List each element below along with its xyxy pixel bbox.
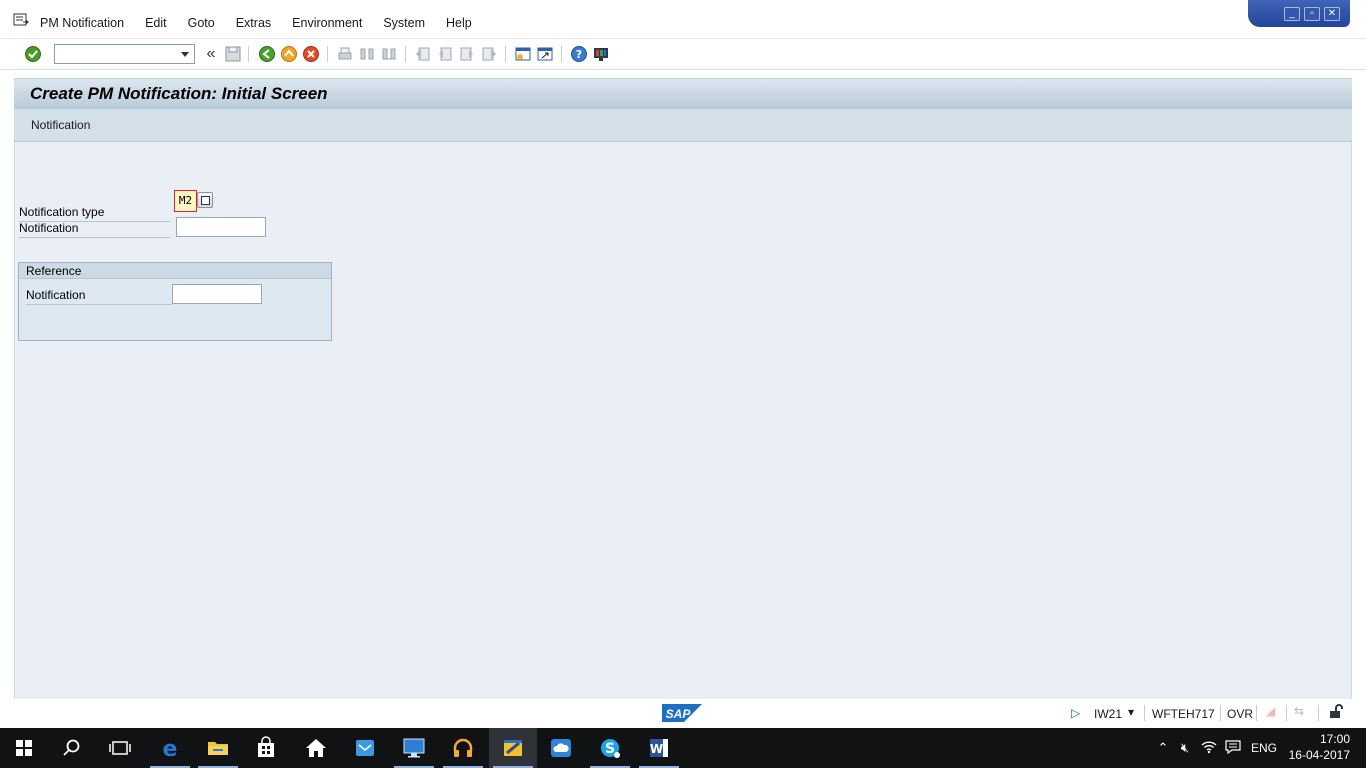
file-explorer-icon[interactable] xyxy=(194,728,242,768)
standard-toolbar: « ? xyxy=(0,38,1366,70)
home-icon[interactable] xyxy=(292,728,340,768)
search-icon[interactable] xyxy=(48,728,96,768)
onedrive-icon[interactable] xyxy=(537,728,585,768)
skype-icon[interactable]: S xyxy=(586,728,634,768)
headphones-icon[interactable] xyxy=(439,728,487,768)
svg-text:e: e xyxy=(163,737,178,760)
sap-logo: SAP xyxy=(662,704,702,722)
save-icon[interactable] xyxy=(224,45,242,63)
find-icon[interactable] xyxy=(358,45,376,63)
menu-system[interactable]: System xyxy=(383,16,425,30)
command-input[interactable] xyxy=(55,45,173,63)
word-icon[interactable]: W xyxy=(635,728,683,768)
menu-goto[interactable]: Goto xyxy=(188,16,215,30)
clock[interactable]: 17:00 16-04-2017 xyxy=(1289,731,1350,763)
window-controls: _ ▫ ✕ xyxy=(1248,0,1350,27)
back-icon[interactable] xyxy=(258,45,276,63)
status-connection-icon: ⇆ xyxy=(1294,704,1305,718)
command-field[interactable] xyxy=(54,44,195,64)
start-icon[interactable] xyxy=(0,728,48,768)
menu-help[interactable]: Help xyxy=(446,16,472,30)
status-toggle-icon[interactable]: ▷ xyxy=(1071,706,1080,720)
edge-icon[interactable]: e xyxy=(146,728,194,768)
menu-extras[interactable]: Extras xyxy=(236,16,271,30)
menu-environment[interactable]: Environment xyxy=(292,16,362,30)
application-toolbar: Notification xyxy=(14,109,1352,142)
notification-type-field[interactable]: M2 xyxy=(174,190,197,212)
next-page-icon[interactable] xyxy=(458,45,476,63)
clock-time: 17:00 xyxy=(1319,732,1350,746)
restore-icon[interactable]: ▫ xyxy=(1304,6,1320,21)
lock-icon[interactable] xyxy=(1328,704,1344,723)
back-chevrons-icon[interactable]: « xyxy=(202,45,220,63)
wifi-icon[interactable] xyxy=(1197,740,1221,757)
svg-text:W: W xyxy=(650,742,663,756)
desktop-app-icon[interactable] xyxy=(390,728,438,768)
reference-group: Reference Notification xyxy=(18,262,332,341)
status-server: WFTEH717 xyxy=(1152,707,1215,721)
status-transaction: IW21 xyxy=(1094,707,1123,721)
create-session-icon[interactable] xyxy=(514,45,532,63)
notification-button[interactable]: Notification xyxy=(31,118,90,132)
sap-logon-icon[interactable] xyxy=(489,728,537,768)
volume-muted-icon[interactable]: 🔇︎ xyxy=(1173,740,1197,756)
screen-title-bar: Create PM Notification: Initial Screen xyxy=(14,78,1352,109)
status-bar: SAP ▷ IW21 ▾ WFTEH717 OVR ◢ ⇆ xyxy=(0,699,1366,728)
exit-icon[interactable] xyxy=(280,45,298,63)
store-icon[interactable] xyxy=(242,728,290,768)
last-page-icon[interactable] xyxy=(480,45,498,63)
mail-icon[interactable] xyxy=(341,728,389,768)
find-next-icon[interactable] xyxy=(380,45,398,63)
close-icon[interactable]: ✕ xyxy=(1324,6,1340,21)
svg-text:S: S xyxy=(605,741,615,757)
customize-layout-icon[interactable] xyxy=(592,45,610,63)
svg-text:SAP: SAP xyxy=(666,707,692,721)
shortcut-icon[interactable] xyxy=(536,45,554,63)
page-title: Create PM Notification: Initial Screen xyxy=(30,84,328,103)
cancel-icon[interactable] xyxy=(302,45,320,63)
menu-pm-notification[interactable]: PM Notification xyxy=(40,16,124,30)
notifications-icon[interactable] xyxy=(1221,739,1245,757)
notification-input[interactable] xyxy=(176,217,266,237)
enter-icon[interactable] xyxy=(24,45,42,63)
language-indicator[interactable]: ENG xyxy=(1251,741,1277,755)
minimize-icon[interactable]: _ xyxy=(1284,6,1300,21)
status-warning-icon: ◢ xyxy=(1266,704,1276,718)
reference-group-title: Reference xyxy=(19,263,331,279)
system-menu-icon[interactable] xyxy=(13,13,30,27)
menu-edit[interactable]: Edit xyxy=(145,16,167,30)
main-content: Notification type M2 Notification Refere… xyxy=(14,142,1352,699)
status-dropdown-icon[interactable]: ▾ xyxy=(1128,705,1134,719)
clock-date: 16-04-2017 xyxy=(1288,748,1350,762)
notification-type-label: Notification type xyxy=(19,205,170,222)
menu-bar: PM Notification Edit Goto Extras Environ… xyxy=(0,0,1366,38)
status-mode[interactable]: OVR xyxy=(1227,707,1253,721)
task-view-icon[interactable] xyxy=(96,728,144,768)
windows-taskbar: e S W ⌃ 🔇︎ ENG 17:00 16-04-2017 xyxy=(0,728,1366,768)
svg-text:?: ? xyxy=(576,48,582,61)
chevron-up-icon[interactable]: ⌃ xyxy=(1153,740,1173,756)
system-tray: ⌃ 🔇︎ ENG xyxy=(1153,728,1277,768)
value-help-icon[interactable] xyxy=(197,192,213,208)
notification-label: Notification xyxy=(19,221,170,238)
previous-page-icon[interactable] xyxy=(436,45,454,63)
first-page-icon[interactable] xyxy=(414,45,432,63)
reference-notification-label: Notification xyxy=(26,288,172,305)
help-icon[interactable]: ? xyxy=(570,45,588,63)
print-icon[interactable] xyxy=(336,45,354,63)
reference-notification-input[interactable] xyxy=(172,284,262,304)
command-dropdown-icon[interactable] xyxy=(181,52,189,57)
